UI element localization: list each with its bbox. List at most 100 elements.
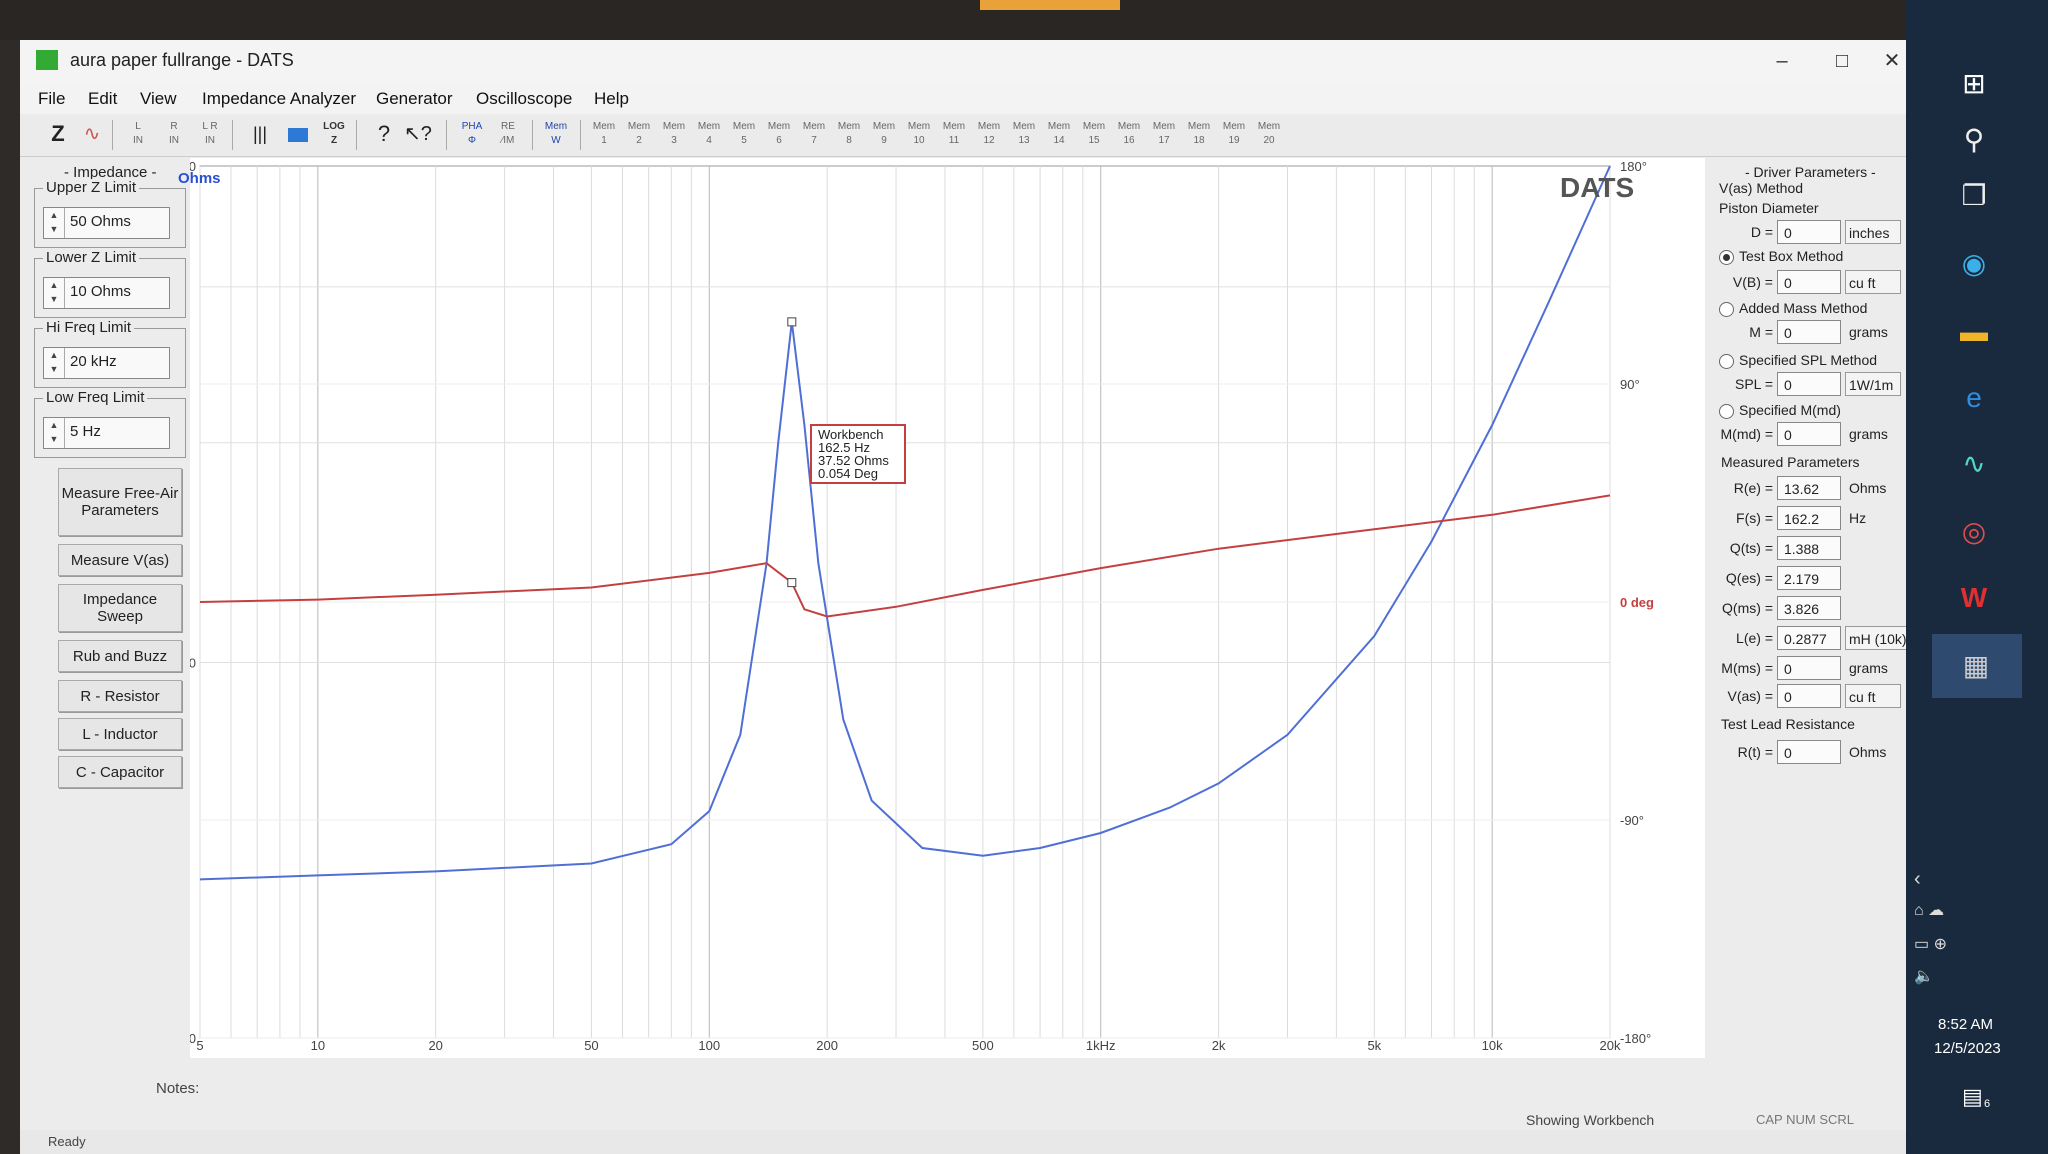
dats-taskbar-button[interactable]: ▦ (1932, 634, 2022, 698)
menu-edit[interactable]: Edit (88, 89, 117, 109)
network-icon[interactable]: ▭ ⊕ (1914, 934, 1947, 954)
qes-field[interactable]: 2.179 (1777, 566, 1841, 590)
upper-z-label: Upper Z Limit (43, 179, 140, 196)
mem-10-icon[interactable]: Mem 10 (905, 120, 933, 148)
system-tray-icons[interactable]: ⌂ ☁ (1914, 900, 1944, 920)
sine-wave-icon[interactable]: ∿ (78, 120, 106, 148)
mem-7-icon[interactable]: Mem 7 (800, 120, 828, 148)
context-help-icon[interactable]: ↖? (404, 120, 432, 148)
mem-4-icon[interactable]: Mem 4 (695, 120, 723, 148)
capacitor-button[interactable]: C - Capacitor (58, 756, 182, 788)
mem-19-icon[interactable]: Mem 19 (1220, 120, 1248, 148)
mmd-field[interactable]: 0 (1777, 422, 1841, 446)
clock-time[interactable]: 8:52 AM (1938, 1016, 1993, 1033)
hi-freq-spinner[interactable]: ▲ ▼ 20 kHz (43, 347, 170, 379)
impedance-sweep-button[interactable]: Impedance Sweep (58, 584, 182, 632)
mem-1-icon[interactable]: Mem 1 (590, 120, 618, 148)
spinner-arrows-icon[interactable]: ▲ ▼ (44, 208, 65, 238)
re-field[interactable]: 13.62 (1777, 476, 1841, 500)
clock-date[interactable]: 12/5/2023 (1934, 1040, 2001, 1057)
mms-field[interactable]: 0 (1777, 656, 1841, 680)
test-box-radio[interactable] (1719, 250, 1734, 265)
notification-icon[interactable]: ▤ (1962, 1084, 1983, 1110)
impedance-chart[interactable]: 51020501002005001kHz2k5k10k20k502010180°… (182, 158, 1705, 1058)
mem-8-icon[interactable]: Mem 8 (835, 120, 863, 148)
phase-icon[interactable]: PHA Φ (458, 120, 486, 148)
mem-13-icon[interactable]: Mem 13 (1010, 120, 1038, 148)
added-mass-radio[interactable] (1719, 302, 1734, 317)
le-field[interactable]: 0.2877 (1777, 626, 1841, 650)
vas-field[interactable]: 0 (1777, 684, 1841, 708)
mem-20-icon[interactable]: Mem 20 (1255, 120, 1283, 148)
mem-16-icon[interactable]: Mem 16 (1115, 120, 1143, 148)
volume-icon[interactable]: 🔈 (1914, 966, 1934, 986)
d-unit-select[interactable]: inches (1845, 220, 1901, 244)
spinner-arrows-icon[interactable]: ▲ ▼ (44, 348, 65, 378)
menu-generator[interactable]: Generator (376, 89, 453, 109)
mem-9-icon[interactable]: Mem 9 (870, 120, 898, 148)
vas-unit-select[interactable]: cu ft (1845, 684, 1901, 708)
specified-spl-radio[interactable] (1719, 354, 1734, 369)
mem-15-icon[interactable]: Mem 15 (1080, 120, 1108, 148)
minimize-button[interactable]: – (1760, 46, 1804, 76)
help-icon[interactable]: ? (370, 120, 398, 148)
low-freq-spinner[interactable]: ▲ ▼ 5 Hz (43, 417, 170, 449)
lower-z-spinner[interactable]: ▲ ▼ 10 Ohms (43, 277, 170, 309)
edge-icon[interactable]: ◉ (1956, 246, 1992, 282)
real-imag-icon[interactable]: RE ⁄IM (494, 120, 522, 148)
menu-view[interactable]: View (140, 89, 177, 109)
upper-z-spinner[interactable]: ▲ ▼ 50 Ohms (43, 207, 170, 239)
mem-6-icon[interactable]: Mem 6 (765, 120, 793, 148)
mem-12-icon[interactable]: Mem 12 (975, 120, 1003, 148)
vb-field[interactable]: 0 (1777, 270, 1841, 294)
waveform-app-icon[interactable]: ∿ (1956, 446, 1992, 482)
r-in-icon[interactable]: R IN (160, 120, 188, 148)
spl-unit-select[interactable]: 1W/1m (1845, 372, 1901, 396)
file-explorer-icon[interactable]: ▬ (1956, 314, 1992, 350)
media-app-icon[interactable]: ◎ (1956, 514, 1992, 550)
chevron-left-icon[interactable]: ‹ (1914, 868, 1921, 891)
windows-start-icon[interactable]: ⊞ (1956, 66, 1992, 102)
rt-field[interactable]: 0 (1777, 740, 1841, 764)
vb-unit-select[interactable]: cu ft (1845, 270, 1901, 294)
l-in-icon[interactable]: L IN (124, 120, 152, 148)
mem-14-icon[interactable]: Mem 14 (1045, 120, 1073, 148)
specified-mmd-radio[interactable] (1719, 404, 1734, 419)
mem-5-icon[interactable]: Mem 5 (730, 120, 758, 148)
qts-field[interactable]: 1.388 (1777, 536, 1841, 560)
m-field[interactable]: 0 (1777, 320, 1841, 344)
task-view-icon[interactable]: ❐ (1956, 178, 1992, 214)
mem-3-icon[interactable]: Mem 3 (660, 120, 688, 148)
impedance-mode-icon[interactable]: Z (44, 120, 72, 148)
mem-17-icon[interactable]: Mem 17 (1150, 120, 1178, 148)
lr-in-icon[interactable]: L R IN (196, 120, 224, 148)
impedance-plot[interactable]: 51020501002005001kHz2k5k10k20k502010180°… (156, 158, 1705, 1097)
menu-file[interactable]: File (38, 89, 65, 109)
internet-explorer-icon[interactable]: e (1956, 380, 1992, 416)
qms-field[interactable]: 3.826 (1777, 596, 1841, 620)
inductor-button[interactable]: L - Inductor (58, 718, 182, 750)
search-icon[interactable]: ⚲ (1956, 122, 1992, 158)
menu-impedance-analyzer[interactable]: Impedance Analyzer (202, 89, 356, 109)
spinner-arrows-icon[interactable]: ▲ ▼ (44, 278, 65, 308)
spinner-arrows-icon[interactable]: ▲ ▼ (44, 418, 65, 448)
measure-vas-button[interactable]: Measure V(as) (58, 544, 182, 576)
mem-workbench-icon[interactable]: Mem W (542, 120, 570, 148)
measure-free-air-button[interactable]: Measure Free-Air Parameters (58, 468, 182, 536)
rub-and-buzz-button[interactable]: Rub and Buzz (58, 640, 182, 672)
mem-11-icon[interactable]: Mem 11 (940, 120, 968, 148)
spl-field[interactable]: 0 (1777, 372, 1841, 396)
grid-icon[interactable]: ||| (246, 120, 274, 148)
fs-field[interactable]: 162.2 (1777, 506, 1841, 530)
le-unit-select[interactable]: mH (10k) (1845, 626, 1911, 650)
bar-chart-icon[interactable] (284, 120, 312, 148)
log-z-icon[interactable]: LOG Z (320, 120, 348, 148)
resistor-button[interactable]: R - Resistor (58, 680, 182, 712)
mem-18-icon[interactable]: Mem 18 (1185, 120, 1213, 148)
menu-oscilloscope[interactable]: Oscilloscope (476, 89, 572, 109)
wps-office-icon[interactable]: W (1956, 580, 1992, 616)
menu-help[interactable]: Help (594, 89, 629, 109)
d-field[interactable]: 0 (1777, 220, 1841, 244)
mem-2-icon[interactable]: Mem 2 (625, 120, 653, 148)
maximize-button[interactable]: □ (1820, 46, 1864, 76)
